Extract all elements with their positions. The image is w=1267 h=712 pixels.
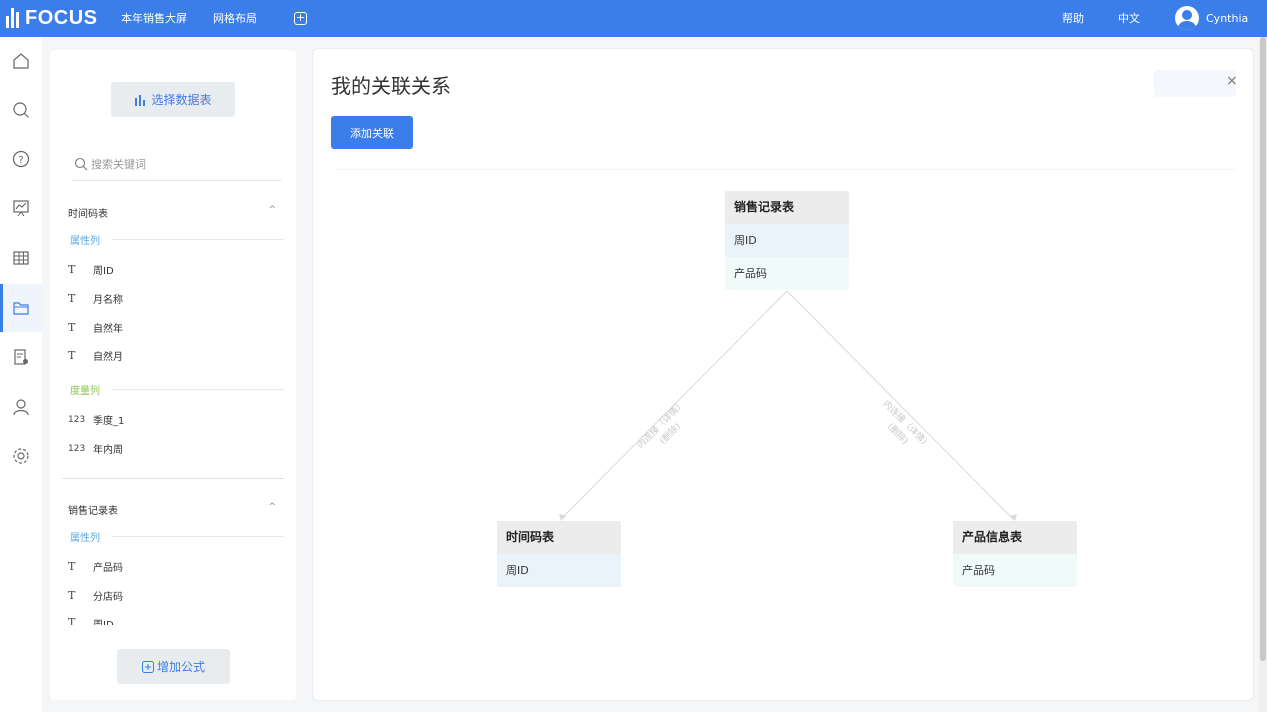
text-type-icon: T — [68, 349, 76, 362]
field-item[interactable]: T 周ID — [68, 262, 114, 277]
field-label: 月名称 — [93, 295, 123, 306]
field-label: 年内周 — [93, 445, 123, 456]
choose-table-button[interactable]: 选择数据表 — [111, 82, 235, 117]
home-icon[interactable] — [0, 37, 42, 85]
attribute-group-label: 属性列 — [70, 533, 100, 544]
collapse-caret-icon[interactable]: ^ — [268, 205, 276, 215]
field-item[interactable]: 123 年内周 — [68, 441, 123, 457]
table-node-field[interactable]: 产品码 — [725, 257, 849, 290]
search-icon — [74, 157, 88, 170]
text-type-icon: T — [68, 321, 76, 334]
icon-sidebar: ? — [0, 37, 42, 712]
scrollbar-thumb[interactable] — [1260, 37, 1266, 661]
table-node-sales[interactable]: 销售记录表 周ID 产品码 — [725, 191, 849, 290]
text-type-icon: T — [68, 263, 76, 276]
field-item[interactable]: T 分店码 — [68, 588, 123, 603]
bar-chart-icon — [135, 94, 146, 106]
field-label: 季度_1 — [93, 416, 125, 427]
help-icon[interactable]: ? — [0, 135, 42, 183]
field-label: 自然月 — [93, 352, 123, 363]
logo-text: FOCUS — [25, 6, 98, 29]
folder-icon[interactable] — [0, 284, 42, 332]
report-settings-icon[interactable] — [0, 333, 42, 381]
user-name[interactable]: Cynthia — [1206, 0, 1248, 37]
group-divider — [112, 239, 284, 240]
text-type-icon: T — [68, 589, 76, 602]
add-formula-label: 增加公式 — [156, 660, 205, 674]
logo-bars-icon — [6, 8, 21, 28]
search-icon[interactable] — [0, 86, 42, 134]
choose-table-label: 选择数据表 — [151, 93, 212, 107]
user-avatar-icon[interactable] — [1175, 6, 1199, 30]
field-item[interactable]: T 月名称 — [68, 291, 123, 306]
add-formula-button[interactable]: 增加公式 — [117, 649, 230, 684]
field-label: 分店码 — [93, 592, 123, 603]
table-node-title: 产品信息表 — [953, 521, 1077, 554]
field-label: 产品码 — [93, 563, 123, 574]
svg-text:?: ? — [18, 155, 23, 166]
field-item[interactable]: T 周ID — [68, 616, 114, 625]
measure-group-label: 度量列 — [70, 386, 100, 397]
top-bar: FOCUS 本年销售大屏 网格布局 + 帮助 中文 Cynthia — [0, 0, 1267, 37]
field-item[interactable]: 123 季度_1 — [68, 412, 125, 428]
table-section-title[interactable]: 销售记录表 — [68, 502, 118, 517]
language-switch[interactable]: 中文 — [1118, 0, 1140, 37]
table-node-product[interactable]: 产品信息表 产品码 — [953, 521, 1077, 587]
text-type-icon: T — [68, 616, 76, 625]
group-divider — [112, 536, 284, 537]
field-item[interactable]: T 产品码 — [68, 559, 123, 574]
text-type-icon: T — [68, 560, 76, 573]
field-label: 自然年 — [93, 324, 123, 335]
table-node-field[interactable]: 周ID — [497, 554, 621, 587]
nav-grid-layout[interactable]: 网格布局 — [213, 0, 257, 37]
table-node-field[interactable]: 产品码 — [953, 554, 1077, 587]
relation-lines — [559, 290, 1017, 521]
number-type-icon: 123 — [68, 414, 86, 425]
table-icon[interactable] — [0, 234, 42, 282]
field-label: 周ID — [93, 266, 114, 277]
dashboard-icon[interactable] — [0, 184, 42, 232]
search-field[interactable]: 搜索关键词 — [72, 147, 282, 181]
attribute-group-label: 属性列 — [70, 236, 100, 247]
gear-icon[interactable] — [0, 432, 42, 480]
field-item[interactable]: T 自然月 — [68, 348, 123, 363]
plus-square-icon[interactable]: + — [294, 12, 307, 25]
data-panel: 选择数据表 搜索关键词 时间码表 ^ 属性列 T 周ID T 月名称 T 自然年 T 自… — [50, 50, 296, 700]
field-label: 周ID — [93, 616, 114, 625]
table-node-field[interactable]: 周ID — [725, 224, 849, 257]
user-icon[interactable] — [0, 383, 42, 431]
field-item[interactable]: T 自然年 — [68, 320, 123, 335]
search-placeholder: 搜索关键词 — [91, 157, 146, 171]
group-divider — [112, 389, 284, 390]
focus-logo[interactable]: FOCUS — [6, 6, 98, 30]
relations-panel: 我的关联关系 添加关联 × 内连接（详情） (删除) 内连接（详情） (删除) … — [312, 48, 1254, 701]
table-node-title: 销售记录表 — [725, 191, 849, 224]
plus-square-icon — [141, 660, 154, 673]
section-divider — [62, 478, 284, 479]
number-type-icon: 123 — [68, 443, 86, 454]
help-link[interactable]: 帮助 — [1062, 0, 1084, 37]
text-type-icon: T — [68, 292, 76, 305]
nav-yearly-sales-screen[interactable]: 本年销售大屏 — [121, 0, 187, 37]
table-node-time[interactable]: 时间码表 周ID — [497, 521, 621, 587]
table-node-title: 时间码表 — [497, 521, 621, 554]
page-scrollbar[interactable] — [1259, 37, 1267, 712]
collapse-caret-icon[interactable]: ^ — [268, 502, 276, 512]
table-section-title[interactable]: 时间码表 — [68, 205, 108, 220]
